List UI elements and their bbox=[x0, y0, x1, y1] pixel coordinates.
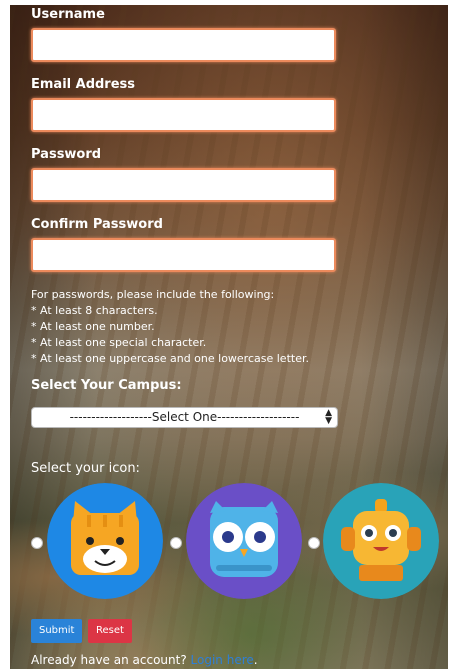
icon-radio-cat[interactable] bbox=[31, 537, 43, 549]
icon-radio-owl[interactable] bbox=[170, 537, 182, 549]
password-hint-title: For passwords, please include the follow… bbox=[31, 288, 275, 301]
email-input[interactable] bbox=[31, 98, 336, 132]
login-suffix: . bbox=[253, 653, 258, 667]
icon-select-label: Select your icon: bbox=[31, 461, 140, 476]
icon-radio-robot[interactable] bbox=[308, 537, 320, 549]
password-rule: * At least one uppercase and one lowerca… bbox=[31, 352, 309, 365]
password-hint: For passwords, please include the follow… bbox=[31, 287, 309, 367]
robot-icon[interactable] bbox=[323, 483, 439, 599]
login-link[interactable]: Login here bbox=[191, 653, 254, 667]
email-label: Email Address bbox=[31, 77, 136, 92]
owl-icon[interactable] bbox=[186, 483, 302, 599]
campus-selected-value: -------------------Select One-----------… bbox=[69, 410, 300, 424]
password-rule: * At least one number. bbox=[31, 320, 155, 333]
campus-label: Select Your Campus: bbox=[31, 378, 182, 393]
signup-page: Username Email Address Password Confirm … bbox=[10, 5, 448, 669]
password-rule: * At least one special character. bbox=[31, 336, 207, 349]
login-prompt: Already have an account? Login here. bbox=[31, 653, 258, 667]
submit-button[interactable]: Submit bbox=[31, 619, 83, 643]
login-prompt-text: Already have an account? bbox=[31, 653, 187, 667]
cat-icon[interactable] bbox=[47, 483, 163, 599]
reset-button[interactable]: Reset bbox=[88, 619, 132, 643]
username-input[interactable] bbox=[31, 28, 336, 62]
confirm-password-input[interactable] bbox=[31, 238, 336, 272]
confirm-password-label: Confirm Password bbox=[31, 217, 163, 232]
password-input[interactable] bbox=[31, 168, 336, 202]
campus-select[interactable]: -------------------Select One-----------… bbox=[31, 407, 338, 428]
username-label: Username bbox=[31, 7, 105, 22]
password-rule: * At least 8 characters. bbox=[31, 304, 158, 317]
password-label: Password bbox=[31, 147, 102, 162]
select-arrows-icon: ▲ ▼ bbox=[325, 408, 332, 426]
